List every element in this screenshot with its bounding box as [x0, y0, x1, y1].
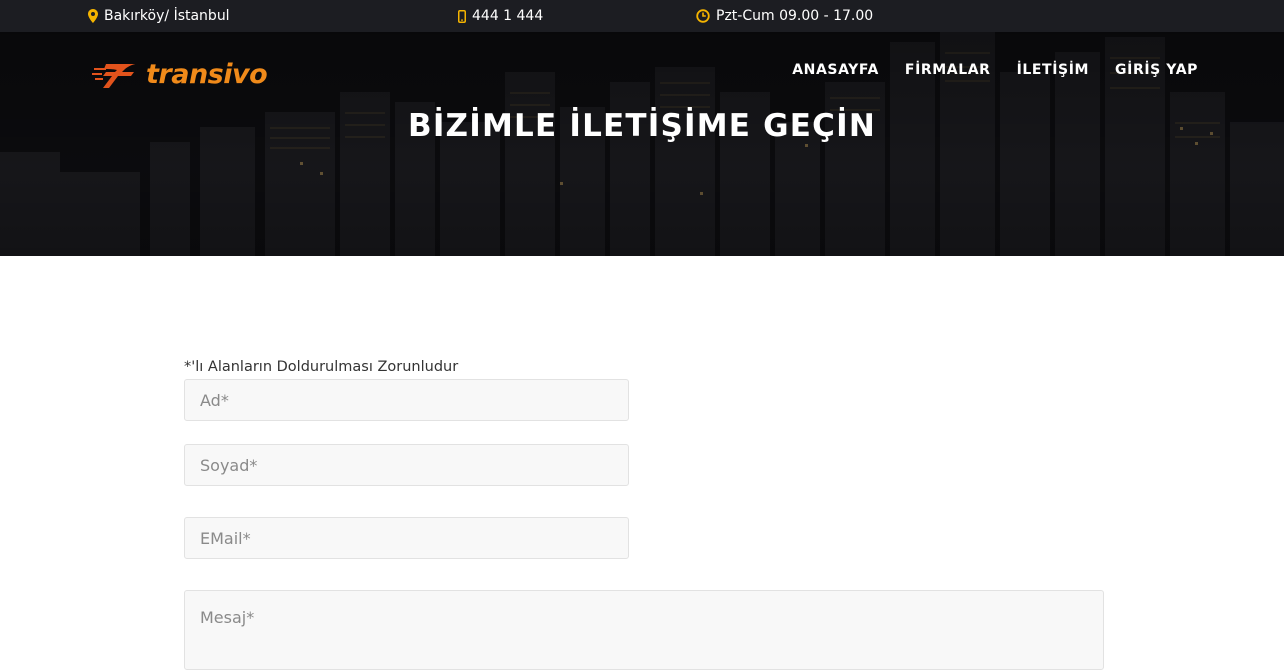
hours-text: Pzt-Cum 09.00 - 17.00 [716, 8, 874, 24]
phone-info: 444 1 444 [458, 0, 543, 32]
message-field[interactable] [184, 590, 1104, 670]
nav-item-giris-yap[interactable]: GİRİŞ YAP [1115, 62, 1198, 78]
nav-item-anasayfa[interactable]: ANASAYFA [792, 62, 879, 78]
clock-icon [696, 9, 710, 23]
hours-info: Pzt-Cum 09.00 - 17.00 [696, 0, 873, 32]
brand-name: transivo [146, 58, 268, 90]
required-fields-note: *'lı Alanların Doldurulması Zorunludur [184, 359, 459, 375]
location-text: Bakırköy/ İstanbul [104, 8, 230, 24]
location-info: Bakırköy/ İstanbul [88, 0, 230, 32]
nav-item-iletisim[interactable]: İLETİŞİM [1017, 62, 1089, 78]
hero-banner: transivo ANASAYFA FİRMALAR İLETİŞİM GİRİ… [0, 32, 1284, 256]
top-info-bar: Bakırköy/ İstanbul 444 1 444 Pzt-Cum 09.… [0, 0, 1284, 32]
phone-text[interactable]: 444 1 444 [472, 8, 543, 24]
email-field[interactable] [184, 517, 629, 559]
logo-mark-icon [92, 64, 136, 88]
first-name-field[interactable] [184, 379, 629, 421]
brand-logo[interactable]: transivo [92, 54, 268, 94]
nav-item-firmalar[interactable]: FİRMALAR [905, 62, 991, 78]
mobile-phone-icon [458, 9, 466, 23]
main-nav: ANASAYFA FİRMALAR İLETİŞİM GİRİŞ YAP [792, 62, 1198, 78]
last-name-field[interactable] [184, 444, 629, 486]
map-marker-icon [88, 9, 98, 23]
page-title: BİZİMLE İLETİŞİME GEÇİN [407, 108, 877, 144]
